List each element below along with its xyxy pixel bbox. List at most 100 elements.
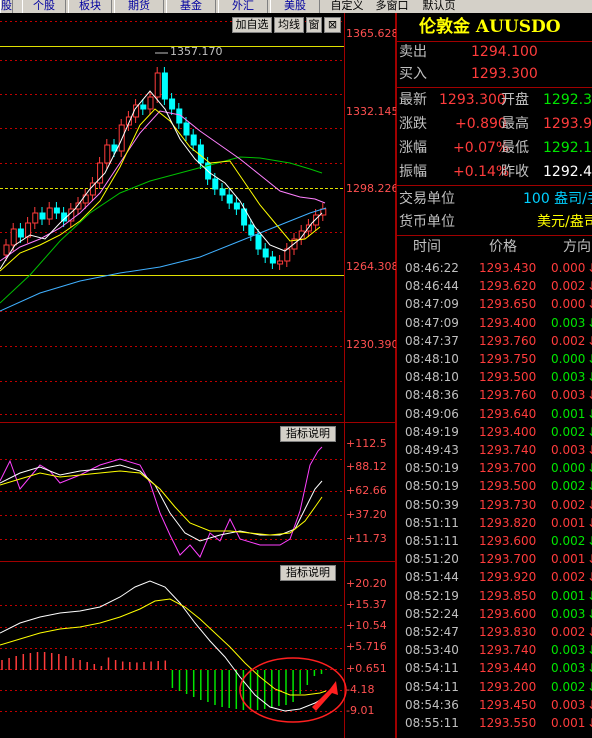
tick-direction-icon: ↓ [587,423,592,441]
candle-body [17,228,24,238]
tab-individual-stock[interactable]: 个股 [22,0,66,13]
tick-volume: 0.001 [551,716,586,730]
moving-average-button[interactable]: 均线 [274,17,304,33]
tick-volume: 0.002 [551,625,586,639]
buy-label: 买入 [399,66,427,82]
candle-body [3,244,10,256]
divider [397,87,592,88]
price-axis-label: 1298.226 [346,182,399,195]
candle-body [140,104,147,110]
candle-body [161,72,168,100]
macd-lines [0,580,347,723]
tick-time: 08:54:11 [405,661,459,676]
ma20-line [0,110,326,262]
latest-value: 1293.300 [439,92,506,108]
candle-body [104,144,111,164]
tick-price: 1293.550 [479,716,537,730]
macd-dea-line [0,598,327,696]
tick-header-time: 时间 [413,239,441,255]
tick-direction-icon: ↓ [587,532,592,550]
tick-time: 08:47:09 [405,315,459,330]
menu-default-page[interactable]: 默认页 [419,0,459,13]
tick-time: 08:46:22 [405,261,459,275]
tick-row: 08:48:10 1293.500 0.003↓ [397,368,592,386]
menu-custom[interactable]: 自定义 [327,0,367,13]
pct-change-label: 涨幅 [399,140,427,156]
tab-stocks-short[interactable]: 股 [0,0,13,13]
tick-price: 1293.600 [479,534,537,548]
tick-row: 08:49:43 1293.740 0.003↓ [397,441,592,459]
kdj-axis-label: +37.20 [346,508,387,521]
tick-direction-icon: ↓ [587,441,592,459]
currency-unit-value: 美元/盎司 [537,214,592,230]
kdj-axis-label: +112.5 [346,437,387,450]
candle-body [53,207,60,214]
buy-value: 1293.300 [471,66,538,82]
change-label: 涨跌 [399,116,427,132]
window-button[interactable]: 窗 [306,17,322,33]
tick-row: 08:53:40 1293.740 0.003↓ [397,641,592,659]
tick-row: 08:47:09 1293.400 0.003↓ [397,314,592,332]
tick-volume: 0.001 [551,552,586,567]
tick-volume: 0.000 [551,261,586,275]
tick-row: 08:48:36 1293.760 0.003↓ [397,386,592,404]
prev-close-label: 昨收 [501,164,529,180]
tick-volume: 0.002 [551,570,586,585]
tick-row: 08:52:24 1293.600 0.003↓ [397,605,592,623]
menu-multi-window[interactable]: 多窗口 [372,0,412,13]
candle-body [219,188,226,196]
tick-price: 1293.500 [479,479,537,494]
kdj-indicator-help-button[interactable]: 指标说明 [280,426,336,442]
tick-time: 08:52:24 [405,606,459,621]
tab-futures[interactable]: 期货 [114,0,164,13]
tick-direction-icon: ↓ [587,350,592,368]
tick-row: 08:55:11 1293.550 0.001↓ [397,714,592,732]
latest-label: 最新 [399,92,427,108]
tick-row: 08:46:44 1293.620 0.002↓ [397,277,592,295]
tick-direction-icon: ↓ [587,568,592,586]
close-window-icon[interactable]: ⊠ [324,17,341,33]
tab-forex[interactable]: 外汇 [218,0,268,13]
tab-us-stocks[interactable]: 美股 [270,0,320,13]
tick-volume: 0.003 [551,606,586,621]
tick-price: 1293.500 [479,370,537,385]
macd-axis-label: +10.54 [346,619,387,632]
sell-label: 卖出 [399,44,427,60]
tick-volume: 0.002 [551,424,586,439]
tab-funds[interactable]: 基金 [166,0,216,13]
tick-row: 08:54:36 1293.450 0.003↓ [397,696,592,714]
ma60-line [0,156,323,304]
divider [397,185,592,186]
low-label: 最低 [501,140,529,156]
tick-time: 08:50:39 [405,497,459,512]
tick-price: 1293.400 [479,315,537,330]
prev-close-value: 1292.41 [543,164,592,180]
tick-time: 08:48:10 [405,370,459,385]
macd-indicator-help-button[interactable]: 指标说明 [280,565,336,581]
tick-price: 1293.740 [479,643,537,658]
tick-time: 08:52:19 [405,588,459,603]
divider [397,235,592,236]
macd-axis-label: +0.651 [346,662,387,675]
tick-volume: 0.003 [551,661,586,676]
tick-time: 08:51:44 [405,570,459,585]
add-favorite-button[interactable]: 加自选 [232,17,272,33]
tick-time: 08:47:09 [405,297,459,312]
price-grid [0,21,344,712]
tick-price: 1293.820 [479,515,537,530]
tick-row: 08:52:47 1293.830 0.002↓ [397,623,592,641]
tick-volume: 0.001 [551,588,586,603]
tick-price: 1293.450 [479,697,537,712]
candle-body [248,224,255,236]
amplitude-label: 振幅 [399,164,427,180]
tick-direction-icon: ↓ [587,641,592,659]
candle-body [147,96,154,110]
top-menu-bar: 股 个股 板块 期货 基金 外汇 美股 自定义 多窗口 默认页 [0,0,592,13]
tab-sector[interactable]: 板块 [68,0,112,13]
tick-direction-icon: ↓ [587,477,592,495]
tick-header-price: 价格 [489,239,517,255]
tick-row: 08:49:06 1293.640 0.001↓ [397,405,592,423]
tick-direction-icon: ↓ [587,696,592,714]
price-axis-label: 1365.628 [346,27,399,40]
kline-chart-area[interactable]: 加自选 均线 窗 ⊠ 1365.628 1332.145 1298.226 12… [0,13,399,738]
